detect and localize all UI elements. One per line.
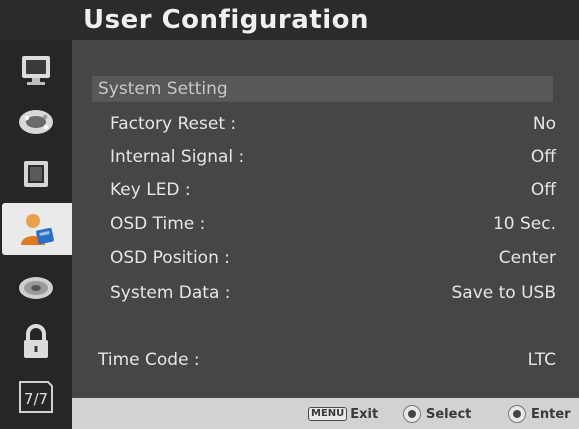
menu-key-icon: MENU: [308, 407, 348, 421]
enter-label: Enter: [531, 406, 571, 422]
setting-label: Key LED :: [110, 180, 191, 200]
title-bar: User Configuration: [0, 0, 579, 40]
setting-system-data[interactable]: System Data : Save to USB: [110, 281, 556, 307]
setting-value: No: [532, 114, 556, 134]
sidebar-item-page: 7/7: [6, 370, 66, 422]
monitor-icon: [22, 56, 50, 85]
enter-hint[interactable]: Enter: [508, 405, 571, 423]
section-title: System Setting: [98, 79, 228, 99]
screen-icon: [24, 161, 48, 187]
sidebar-item-disc[interactable]: [6, 262, 66, 314]
setting-label: Time Code :: [98, 350, 200, 370]
sidebar: 7/7: [0, 40, 72, 429]
footer-bar: MENU Exit Select Enter: [72, 398, 579, 429]
lock-icon: [24, 324, 48, 358]
exit-hint[interactable]: MENU Exit: [308, 405, 378, 423]
setting-label: Factory Reset :: [110, 114, 237, 134]
setting-value: Off: [530, 180, 556, 200]
page-counter-icon: 7/7: [19, 381, 53, 413]
color-palette-icon: [19, 110, 53, 134]
setting-label: OSD Position :: [110, 248, 230, 268]
setting-label: System Data :: [110, 283, 231, 303]
setting-internal-signal[interactable]: Internal Signal : Off: [110, 145, 556, 171]
select-label: Select: [426, 406, 472, 422]
setting-osd-position[interactable]: OSD Position : Center: [110, 246, 556, 272]
setting-factory-reset[interactable]: Factory Reset : No: [110, 112, 556, 138]
sidebar-item-color[interactable]: [6, 96, 66, 148]
setting-value: LTC: [527, 350, 556, 370]
sidebar-item-monitor[interactable]: [6, 44, 66, 96]
knob-press-icon: [508, 405, 526, 423]
setting-value: Save to USB: [451, 283, 557, 303]
setting-value: Off: [530, 147, 556, 167]
page-counter: 7/7: [24, 390, 48, 408]
setting-value: 10 Sec.: [492, 214, 556, 234]
setting-value: Center: [498, 248, 556, 268]
sidebar-item-user[interactable]: [2, 203, 72, 255]
exit-label: Exit: [350, 406, 379, 422]
setting-key-led[interactable]: Key LED : Off: [110, 178, 556, 204]
disc-icon: [19, 277, 53, 299]
section-header: System Setting: [92, 76, 553, 102]
select-hint[interactable]: Select: [403, 405, 471, 423]
sidebar-item-screen[interactable]: [6, 148, 66, 200]
knob-rotate-icon: [403, 405, 421, 423]
user-icon: [21, 214, 54, 245]
settings-panel: System Setting Factory Reset : No Intern…: [72, 40, 579, 398]
setting-osd-time[interactable]: OSD Time : 10 Sec.: [110, 212, 556, 238]
setting-label: OSD Time :: [110, 214, 206, 234]
page-title: User Configuration: [83, 5, 369, 35]
setting-label: Internal Signal :: [110, 147, 245, 167]
sidebar-item-lock[interactable]: [6, 316, 66, 368]
setting-time-code[interactable]: Time Code : LTC: [98, 348, 556, 374]
